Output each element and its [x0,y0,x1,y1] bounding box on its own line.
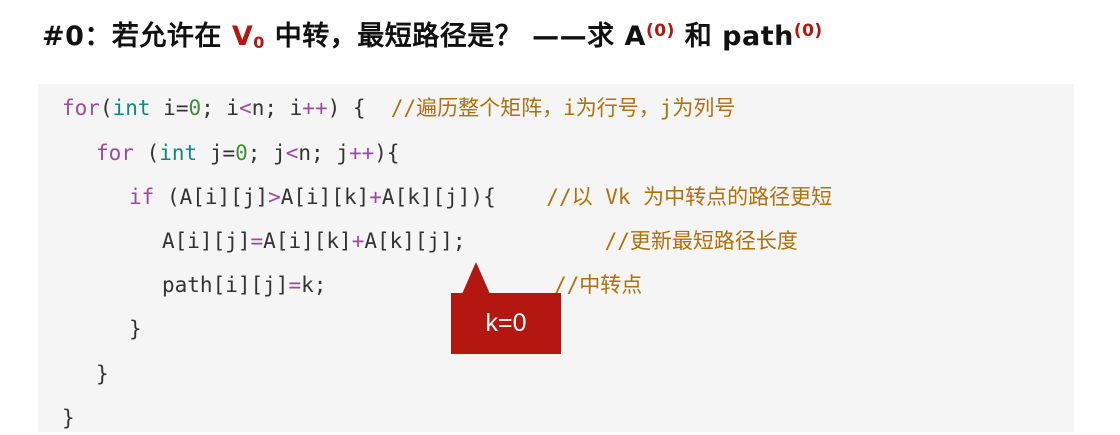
code-line-8: } [62,406,75,430]
title-path-superscript: (0) [793,21,823,41]
title-prefix: #0：若允许在 [42,21,232,52]
callout-k-value: k=0 [451,293,561,354]
code-line-6: } [129,317,142,341]
title-vertex-subscript: 0 [253,33,265,52]
title-and: 和 path [674,21,794,52]
code-comment: //中转点 [553,273,643,297]
code-line-4: A[i][j]=A[i][k]+A[k][j]; //更新最短路径长度 [162,229,798,253]
code-line-3: if (A[i][j]>A[i][k]+A[k][j]){ //以 Vk 为中转… [129,185,833,209]
page-title: #0：若允许在 V0 中转，最短路径是？ ——求 A(0) 和 path(0) [42,14,823,53]
title-a-superscript: (0) [645,21,675,41]
code-comment: //遍历整个矩阵，i为行号，j为列号 [390,96,736,120]
code-line-1: for(int i=0; i<n; i++) { //遍历整个矩阵，i为行号，j… [62,96,736,120]
callout-pointer [462,262,490,294]
title-vertex: V0 [231,21,265,52]
code-line-2: for (int j=0; j<n; j++){ [96,141,400,165]
code-line-7: } [96,362,109,386]
code-line-5: path[i][j]=k; //中转点 [162,273,643,297]
title-middle: 中转，最短路径是？ ——求 A [264,21,646,52]
code-comment: //以 Vk 为中转点的路径更短 [546,185,833,209]
code-comment: //更新最短路径长度 [604,229,798,253]
